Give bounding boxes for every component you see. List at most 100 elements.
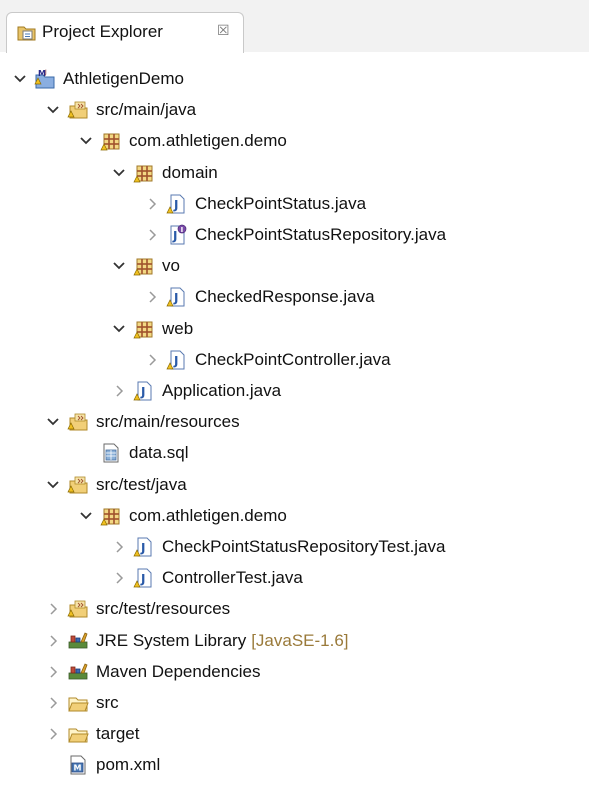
- chevron-right-icon[interactable]: [142, 345, 162, 375]
- svg-text:M: M: [74, 764, 82, 773]
- tree-item[interactable]: J ControllerTest.java: [109, 563, 303, 593]
- chevron-down-icon[interactable]: [76, 501, 96, 531]
- tree-item[interactable]: target: [43, 719, 139, 749]
- tree-item[interactable]: JRE System Library [JavaSE-1.6]: [43, 626, 349, 656]
- chevron-down-icon[interactable]: [76, 126, 96, 156]
- java-file-icon: J: [133, 567, 155, 589]
- tree-item[interactable]: J CheckPointStatus.java: [142, 189, 366, 219]
- source-folder-icon: [67, 99, 89, 121]
- package-icon: [100, 505, 122, 527]
- svg-text:J: J: [140, 572, 145, 586]
- tree-item-label: CheckPointStatusRepository.java: [195, 225, 447, 244]
- chevron-right-icon[interactable]: [109, 563, 129, 593]
- project-explorer-icon: [17, 24, 37, 42]
- tree-item-label: src/test/resources: [96, 599, 231, 619]
- chevron-right-icon[interactable]: [43, 688, 63, 718]
- tree-item-label: AthletigenDemo: [63, 69, 184, 88]
- tree-item[interactable]: src/test/resources: [43, 594, 230, 624]
- xml-file-icon: M: [67, 754, 89, 776]
- tree-item[interactable]: src/test/java: [43, 470, 187, 500]
- tree-item-label: ControllerTest.java: [162, 568, 303, 588]
- svg-text:J: J: [172, 229, 177, 243]
- tree-item-label: CheckPointStatus.java: [195, 193, 367, 213]
- tree-item[interactable]: web: [109, 314, 193, 344]
- folder-icon: [67, 692, 89, 714]
- java-interface-icon: J I: [166, 224, 188, 246]
- chevron-down-icon[interactable]: [109, 158, 129, 188]
- tree-item[interactable]: com.athletigen.demo: [76, 126, 287, 156]
- tree-item[interactable]: vo: [109, 251, 180, 281]
- tree-item-label: domain: [162, 162, 218, 182]
- chevron-right-icon[interactable]: [43, 657, 63, 687]
- tree-item-label: CheckPointController.java: [195, 349, 391, 369]
- svg-text:I: I: [181, 226, 184, 234]
- java-file-icon: J: [133, 380, 155, 402]
- chevron-right-icon[interactable]: [43, 626, 63, 656]
- maven-project-icon: M J: [34, 68, 56, 90]
- library-icon: [67, 661, 89, 683]
- chevron-right-icon[interactable]: [43, 594, 63, 624]
- tree-item[interactable]: domain: [109, 158, 218, 188]
- tree-item[interactable]: src: [43, 688, 119, 718]
- chevron-down-icon[interactable]: [43, 470, 63, 500]
- folder-icon: [67, 723, 89, 745]
- chevron-right-icon[interactable]: [109, 532, 129, 562]
- tree-item[interactable]: src/main/resources: [43, 407, 240, 437]
- tree-item[interactable]: J CheckPointController.java: [142, 345, 391, 375]
- tree-item-label: src/test/java: [96, 474, 187, 494]
- chevron-right-icon[interactable]: [142, 189, 162, 219]
- tab-title: Project Explorer: [42, 22, 163, 41]
- tree-item[interactable]: J CheckedResponse.java: [142, 282, 375, 312]
- source-folder-icon: [67, 411, 89, 433]
- tree-item[interactable]: J Application.java: [109, 376, 281, 406]
- chevron-down-icon[interactable]: [10, 64, 30, 94]
- java-file-icon: J: [166, 193, 188, 215]
- tree-item-label: CheckPointStatusRepositoryTest.java: [162, 537, 446, 556]
- tree-item-label: data.sql: [129, 443, 189, 463]
- tree-item-label: src/main/java: [96, 100, 197, 120]
- tree-item[interactable]: Mpom.xml: [43, 750, 160, 780]
- tree-item-label: JRE System Library: [96, 630, 247, 650]
- svg-text:J: J: [173, 291, 178, 305]
- chevron-right-icon[interactable]: [109, 376, 129, 406]
- tree-item[interactable]: data.sql: [76, 438, 189, 468]
- sql-file-icon: [100, 442, 122, 464]
- chevron-right-icon[interactable]: [142, 220, 162, 250]
- tree-item-label: Maven Dependencies: [96, 661, 261, 681]
- package-icon: [133, 318, 155, 340]
- java-file-icon: J: [166, 349, 188, 371]
- chevron-right-icon[interactable]: [142, 282, 162, 312]
- java-file-icon: J: [166, 286, 188, 308]
- tree-item[interactable]: J I CheckPointStatusRepository.java: [142, 220, 446, 250]
- tree-item[interactable]: J CheckPointStatusRepositoryTest.java: [109, 532, 445, 562]
- tree-item-label: Application.java: [162, 381, 282, 400]
- svg-text:J: J: [173, 198, 178, 212]
- chevron-right-icon[interactable]: [43, 719, 63, 749]
- tree-item-label: vo: [162, 256, 180, 276]
- tree-item-label: web: [162, 318, 194, 338]
- tree-item-label: target: [96, 724, 140, 744]
- tree-item[interactable]: Maven Dependencies: [43, 657, 260, 687]
- chevron-down-icon[interactable]: [109, 314, 129, 344]
- library-icon: [67, 630, 89, 652]
- chevron-down-icon[interactable]: [43, 407, 63, 437]
- tree-item-label: com.athletigen.demo: [129, 131, 287, 151]
- chevron-down-icon[interactable]: [109, 251, 129, 281]
- svg-text:J: J: [173, 354, 178, 368]
- tree-item[interactable]: src/main/java: [43, 95, 196, 125]
- tree-item-label: pom.xml: [96, 755, 161, 775]
- svg-text:J: J: [140, 385, 145, 399]
- view-tab-bar: Project Explorer ☒: [0, 0, 589, 53]
- tree-item-label: src/main/resources: [96, 412, 240, 432]
- tab-project-explorer[interactable]: Project Explorer ☒: [6, 12, 244, 53]
- tree-item-label: com.athletigen.demo: [129, 505, 287, 525]
- source-folder-icon: [67, 474, 89, 496]
- close-icon[interactable]: ☒: [217, 22, 230, 39]
- tree-item-label: src: [96, 693, 119, 712]
- chevron-down-icon[interactable]: [43, 95, 63, 125]
- tree-item[interactable]: M J AthletigenDemo: [10, 64, 184, 94]
- java-file-icon: J: [133, 536, 155, 558]
- tree-item[interactable]: com.athletigen.demo: [76, 501, 287, 531]
